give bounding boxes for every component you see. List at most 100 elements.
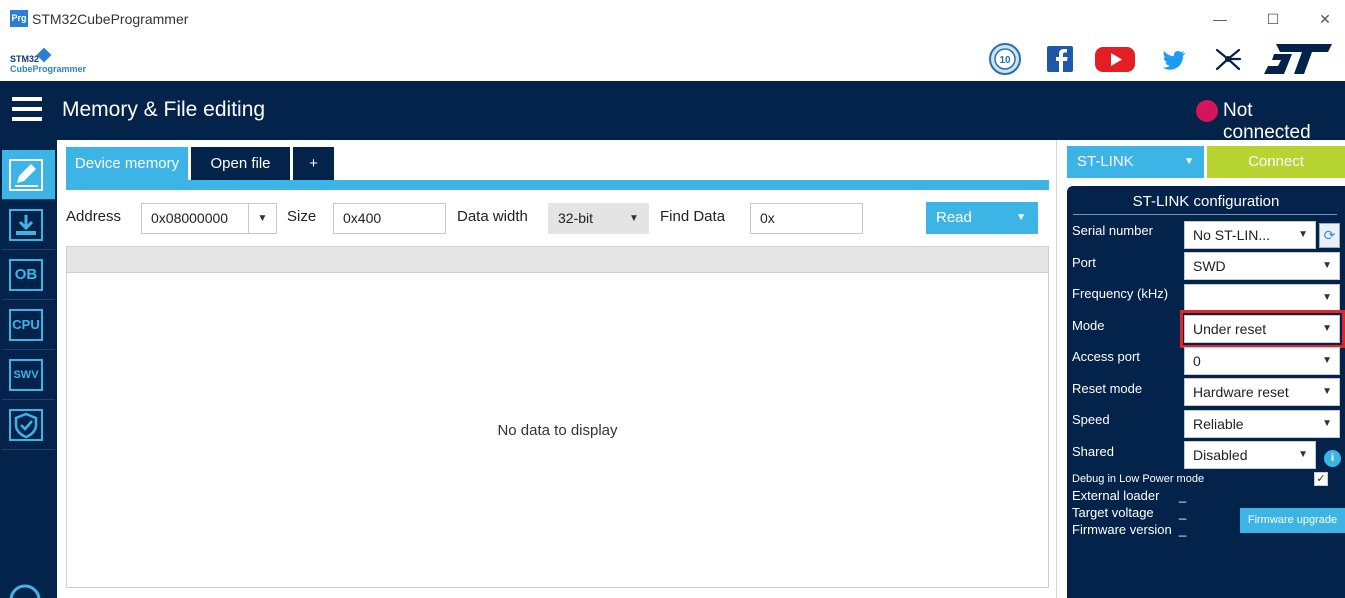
stlink-configuration: ST-LINK configuration Serial number No S…: [1067, 186, 1345, 598]
low-power-checkbox[interactable]: ✓: [1314, 472, 1328, 486]
sidebar-item-option-bytes[interactable]: OB: [2, 250, 55, 300]
main-panel: Device memory Open file + Address 0x0800…: [57, 140, 1057, 598]
external-loader-label: External loader: [1072, 488, 1160, 503]
frequency-select[interactable]: ▼: [1184, 284, 1340, 312]
download-icon: [9, 209, 43, 241]
connect-button[interactable]: Connect: [1207, 146, 1345, 178]
app-icon: Prg: [10, 10, 28, 27]
reset-mode-value: Hardware reset: [1193, 384, 1289, 400]
port-select[interactable]: SWD ▼: [1184, 252, 1340, 280]
refresh-icon[interactable]: ⟳: [1319, 223, 1340, 248]
speed-select[interactable]: Reliable ▼: [1184, 410, 1340, 438]
tab-open-file[interactable]: Open file: [191, 147, 290, 180]
address-value: 0x08000000: [151, 210, 229, 226]
chevron-down-icon[interactable]: ▼: [248, 204, 276, 233]
interface-select[interactable]: ST-LINK ▼: [1067, 146, 1204, 178]
mode-label: Mode: [1072, 318, 1105, 333]
find-data-input[interactable]: 0x: [750, 203, 863, 234]
firmware-upgrade-button[interactable]: Firmware upgrade: [1240, 508, 1345, 533]
minimize-button[interactable]: —: [1208, 8, 1232, 30]
svg-text:10: 10: [999, 55, 1011, 66]
firmware-version-value: _: [1179, 522, 1187, 537]
port-value: SWD: [1193, 258, 1226, 274]
header-bar: Memory & File editing Not connected: [0, 81, 1345, 143]
access-port-value: 0: [1193, 353, 1201, 369]
mode-highlight-box: [1180, 310, 1345, 348]
serial-number-label: Serial number: [1072, 223, 1153, 238]
chevron-down-icon: ▼: [1298, 229, 1308, 240]
connection-panel: ST-LINK ▼ Connect ST-LINK configuration …: [1058, 140, 1345, 598]
shared-value: Disabled: [1193, 447, 1248, 463]
sidebar-item-memory-editing[interactable]: [2, 150, 55, 200]
data-width-label: Data width: [457, 208, 528, 225]
sidebar-item-erasing-programming[interactable]: [2, 200, 55, 250]
chevron-down-icon: ▼: [629, 213, 639, 224]
stm32cubeprogrammer-logo: STM32 CubeProgrammer: [10, 44, 110, 74]
serial-number-value: No ST-LIN...: [1193, 227, 1271, 243]
reset-mode-select[interactable]: Hardware reset ▼: [1184, 378, 1340, 406]
anniversary-10-icon[interactable]: 10: [986, 42, 1024, 76]
maximize-button[interactable]: ☐: [1261, 8, 1285, 30]
speed-value: Reliable: [1193, 416, 1244, 432]
chevron-down-icon: ▼: [1298, 449, 1308, 460]
chevron-down-icon: ▼: [1184, 156, 1194, 167]
memory-data-table[interactable]: No data to display: [66, 246, 1049, 588]
info-icon[interactable]: i: [1324, 450, 1341, 467]
read-button-label: Read: [936, 209, 972, 226]
size-input[interactable]: 0x400: [333, 203, 446, 234]
sidebar-ob-label: OB: [9, 259, 43, 291]
twitter-icon[interactable]: [1160, 42, 1188, 76]
security-shield-icon: [9, 409, 43, 441]
chevron-down-icon: ▼: [1322, 386, 1332, 397]
shared-label: Shared: [1072, 444, 1114, 459]
network-icon[interactable]: [1211, 42, 1245, 76]
chevron-down-icon[interactable]: ▼: [1016, 202, 1026, 234]
table-header: [67, 247, 1048, 273]
target-voltage-label: Target voltage: [1072, 505, 1154, 520]
tab-add[interactable]: +: [293, 147, 334, 180]
youtube-icon[interactable]: [1094, 42, 1136, 76]
empty-message: No data to display: [497, 422, 618, 439]
logo-line1: STM32: [10, 54, 40, 64]
window-title: STM32CubeProgrammer: [32, 11, 189, 27]
external-loader-value: _: [1179, 488, 1187, 503]
chevron-down-icon: ▼: [1322, 418, 1332, 429]
st-logo[interactable]: [1262, 42, 1334, 76]
frequency-label: Frequency (kHz): [1072, 286, 1169, 301]
access-port-select[interactable]: 0 ▼: [1184, 347, 1340, 375]
help-icon[interactable]: [8, 578, 42, 598]
speed-label: Speed: [1072, 412, 1110, 427]
facebook-icon[interactable]: [1046, 42, 1074, 76]
serial-number-select[interactable]: No ST-LIN... ▼: [1184, 221, 1316, 249]
low-power-label: Debug in Low Power mode: [1072, 473, 1205, 485]
firmware-version-label: Firmware version: [1072, 522, 1172, 537]
address-combo[interactable]: 0x08000000 ▼: [141, 203, 277, 234]
read-button[interactable]: Read ▼: [926, 202, 1038, 234]
interface-value: ST-LINK: [1077, 153, 1134, 170]
address-label: Address: [66, 208, 122, 225]
tab-underline: [66, 180, 1049, 190]
connection-status: Not connected: [1223, 100, 1311, 143]
sidebar-item-security[interactable]: [2, 400, 55, 450]
chevron-down-icon: ▼: [1322, 355, 1332, 366]
find-data-label: Find Data: [660, 208, 726, 225]
reset-mode-label: Reset mode: [1072, 381, 1143, 396]
sidebar-swv-label: SWV: [9, 359, 43, 391]
sidebar-item-cpu[interactable]: CPU: [2, 300, 55, 350]
access-port-label: Access port: [1072, 349, 1140, 364]
data-width-value: 32-bit: [558, 210, 594, 226]
chevron-down-icon: ▼: [1322, 260, 1332, 271]
tab-device-memory[interactable]: Device memory: [66, 147, 188, 180]
logo-line2: CubeProgrammer: [10, 64, 87, 74]
config-title: ST-LINK configuration: [1132, 193, 1280, 210]
chevron-down-icon: ▼: [1322, 292, 1332, 303]
menu-icon[interactable]: [12, 97, 42, 121]
connection-status-dot: [1196, 100, 1218, 122]
shared-select[interactable]: Disabled ▼: [1184, 441, 1316, 469]
data-width-select[interactable]: 32-bit ▼: [548, 203, 649, 234]
sidebar-item-swv[interactable]: SWV: [2, 350, 55, 400]
port-label: Port: [1072, 255, 1096, 270]
close-button[interactable]: ✕: [1313, 8, 1337, 30]
sidebar-cpu-label: CPU: [9, 309, 43, 341]
brand-row: STM32 CubeProgrammer 10: [0, 38, 1345, 81]
